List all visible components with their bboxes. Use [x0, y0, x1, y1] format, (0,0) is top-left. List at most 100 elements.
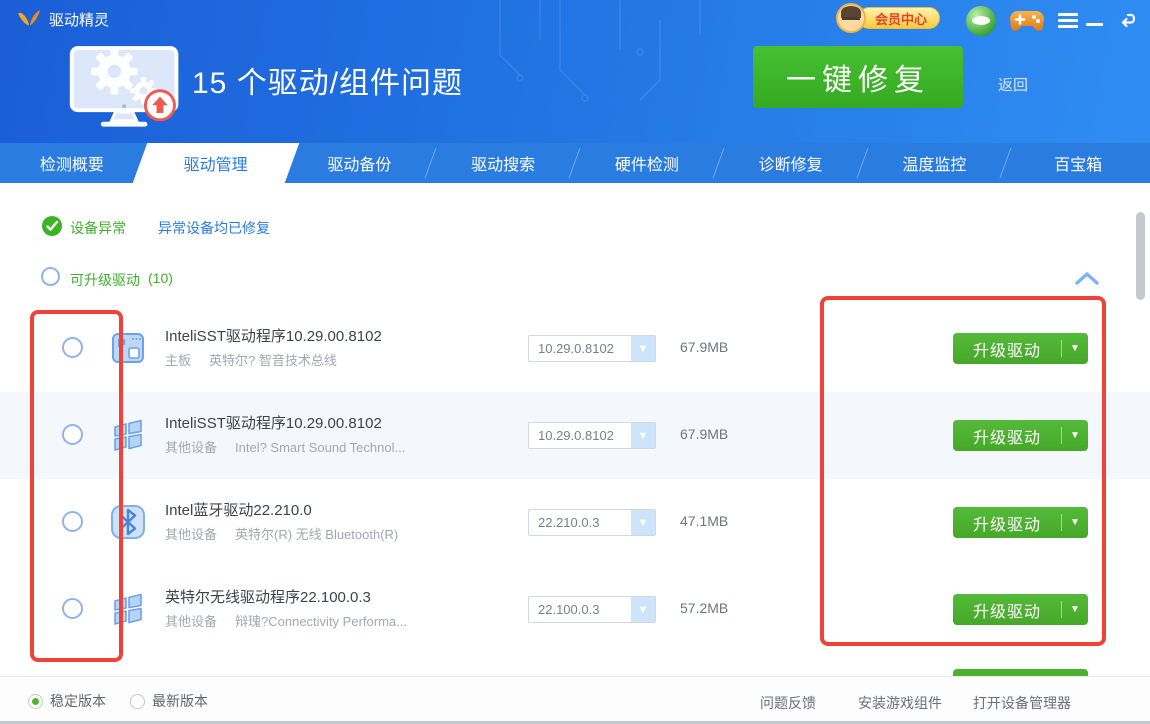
version-value: 10.29.0.8102: [529, 341, 631, 356]
driver-manager-panel: 设备异常 异常设备均已修复 可升级驱动 (10) InteliSST驱动程序10…: [0, 183, 1150, 676]
menu-icon[interactable]: [1058, 13, 1078, 31]
driver-row[interactable]: InteliSST驱动程序10.29.00.8102 其他设备 Intel? Sm…: [0, 392, 1150, 479]
tab-诊断修复[interactable]: 诊断修复: [719, 143, 863, 183]
driver-name: InteliSST驱动程序10.29.00.8102: [165, 412, 382, 433]
footer-bar: 稳定版本 最新版本 问题反馈 安装游戏组件 打开设备管理器: [0, 676, 1150, 721]
tab-检测概要[interactable]: 检测概要: [0, 143, 144, 183]
windows-icon: [108, 415, 148, 455]
version-select[interactable]: 22.100.0.3 ▼: [528, 596, 656, 623]
driver-category: 主板: [165, 353, 191, 368]
upgrade-driver-button[interactable]: 升级驱动 ▼: [953, 420, 1088, 451]
driver-description: 辩瑰?Connectivity Performa...: [235, 614, 407, 629]
driver-name: InteliSST驱动程序10.29.00.8102: [165, 325, 382, 346]
latest-version-radio[interactable]: 最新版本: [130, 691, 208, 711]
avatar[interactable]: [836, 3, 866, 33]
page-title: 15 个驱动/组件问题: [192, 58, 463, 102]
stable-version-radio[interactable]: 稳定版本: [28, 691, 106, 711]
radio-icon: [28, 694, 43, 709]
chevron-up-icon[interactable]: [1074, 271, 1100, 286]
member-center-button[interactable]: 会员中心: [858, 7, 940, 29]
tab-硬件检测[interactable]: 硬件检测: [575, 143, 719, 183]
gamepad-icon[interactable]: [1010, 8, 1044, 34]
driver-subtitle: 主板英特尔? 智音技术总线: [165, 350, 337, 369]
monitor-gears-illustration: [64, 34, 190, 132]
driver-subtitle: 其他设备辩瑰?Connectivity Performa...: [165, 611, 407, 630]
tab-驱动管理[interactable]: 驱动管理: [144, 143, 288, 183]
upgrade-driver-label: 升级驱动: [953, 598, 1061, 622]
upgradable-count: (10): [148, 270, 173, 286]
upgrade-driver-button[interactable]: 升级驱动 ▼: [953, 333, 1088, 364]
tab-驱动备份[interactable]: 驱动备份: [288, 143, 432, 183]
back-link[interactable]: 返回: [998, 74, 1028, 95]
tab-label: 诊断修复: [759, 151, 823, 175]
one-click-fix-button[interactable]: 一键修复: [753, 46, 963, 108]
tab-驱动搜索[interactable]: 驱动搜索: [431, 143, 575, 183]
tab-label: 百宝箱: [1054, 151, 1102, 175]
tab-label: 驱动备份: [327, 151, 391, 175]
tab-label: 驱动管理: [184, 151, 248, 175]
driver-row[interactable]: 英特尔无线驱动程序22.100.0.3 其他设备辩瑰?Connectivity …: [0, 566, 1150, 653]
header-banner: 驱动精灵: [0, 0, 1150, 143]
radio-icon: [130, 694, 145, 709]
driver-radio[interactable]: [62, 424, 83, 445]
tab-label: 驱动搜索: [471, 151, 535, 175]
driver-list: InteliSST驱动程序10.29.00.8102 主板英特尔? 智音技术总线…: [0, 305, 1150, 653]
driver-name: Intel蓝牙驱动22.210.0: [165, 499, 312, 520]
latest-version-label: 最新版本: [152, 691, 208, 711]
status-row-device-abnormal[interactable]: 设备异常 异常设备均已修复: [0, 215, 1150, 239]
version-select[interactable]: 10.29.0.8102 ▼: [528, 422, 656, 449]
device-abnormal-detail: 异常设备均已修复: [158, 218, 270, 238]
driver-size: 67.9MB: [680, 339, 728, 355]
chevron-down-icon[interactable]: ▼: [631, 597, 655, 622]
eye-orb-iris: [972, 16, 990, 25]
upgrade-driver-button[interactable]: 升级驱动 ▼: [953, 594, 1088, 625]
app-window: 驱动精灵: [0, 0, 1150, 724]
scrollbar-thumb[interactable]: [1136, 212, 1145, 300]
version-value: 10.29.0.8102: [529, 428, 631, 443]
version-select[interactable]: 22.210.0.3 ▼: [528, 509, 656, 536]
footer-link-game-components[interactable]: 安装游戏组件: [858, 693, 942, 713]
tab-bar: 检测概要 驱动管理 驱动备份 驱动搜索 硬件检测 诊断修复 温度监控 百宝箱: [0, 143, 1150, 183]
motherboard-icon: [108, 328, 148, 368]
driver-row[interactable]: InteliSST驱动程序10.29.00.8102 主板英特尔? 智音技术总线…: [0, 305, 1150, 392]
undo-icon[interactable]: [1118, 9, 1139, 28]
chevron-down-icon[interactable]: ▼: [631, 336, 655, 361]
driver-description: Intel? Smart Sound Technol...: [235, 440, 405, 455]
version-select[interactable]: 10.29.0.8102 ▼: [528, 335, 656, 362]
chevron-down-icon[interactable]: ▼: [1062, 517, 1088, 528]
driver-category: 其他设备: [165, 527, 217, 542]
driver-row[interactable]: Intel蓝牙驱动22.210.0 其他设备英特尔(R) 无线 Bluetoot…: [0, 479, 1150, 566]
version-value: 22.100.0.3: [529, 602, 631, 617]
chevron-down-icon[interactable]: ▼: [1062, 343, 1088, 354]
chevron-down-icon[interactable]: ▼: [631, 423, 655, 448]
minimize-icon[interactable]: [1086, 23, 1103, 26]
upgrade-driver-label: 升级驱动: [953, 424, 1061, 448]
driver-size: 57.2MB: [680, 600, 728, 616]
driver-radio[interactable]: [62, 337, 83, 358]
upgrade-driver-button[interactable]: 升级驱动 ▼: [953, 507, 1088, 538]
driver-size: 67.9MB: [680, 426, 728, 442]
upgradable-radio[interactable]: [41, 267, 60, 286]
driver-name: 英特尔无线驱动程序22.100.0.3: [165, 586, 371, 607]
status-row-upgradable[interactable]: 可升级驱动 (10): [0, 267, 1150, 291]
upgrade-driver-label: 升级驱动: [953, 511, 1061, 535]
stable-version-label: 稳定版本: [50, 691, 106, 711]
app-logo: 驱动精灵: [16, 8, 109, 30]
driver-category: 其他设备: [165, 440, 217, 455]
member-center-label: 会员中心: [875, 9, 927, 28]
tab-百宝箱[interactable]: 百宝箱: [1006, 143, 1150, 183]
driver-radio[interactable]: [62, 598, 83, 619]
driver-radio[interactable]: [62, 511, 83, 532]
tab-label: 硬件检测: [615, 151, 679, 175]
chevron-down-icon[interactable]: ▼: [1062, 430, 1088, 441]
footer-link-device-manager[interactable]: 打开设备管理器: [973, 693, 1071, 713]
upgradable-label: 可升级驱动: [70, 270, 140, 290]
check-circle-icon: [42, 216, 62, 236]
tab-label: 检测概要: [40, 151, 104, 175]
device-abnormal-label: 设备异常: [70, 218, 126, 238]
chevron-down-icon[interactable]: ▼: [1062, 604, 1088, 615]
tab-温度监控[interactable]: 温度监控: [863, 143, 1007, 183]
eye-orb-icon[interactable]: [966, 6, 996, 36]
chevron-down-icon[interactable]: ▼: [631, 510, 655, 535]
footer-link-feedback[interactable]: 问题反馈: [760, 693, 816, 713]
